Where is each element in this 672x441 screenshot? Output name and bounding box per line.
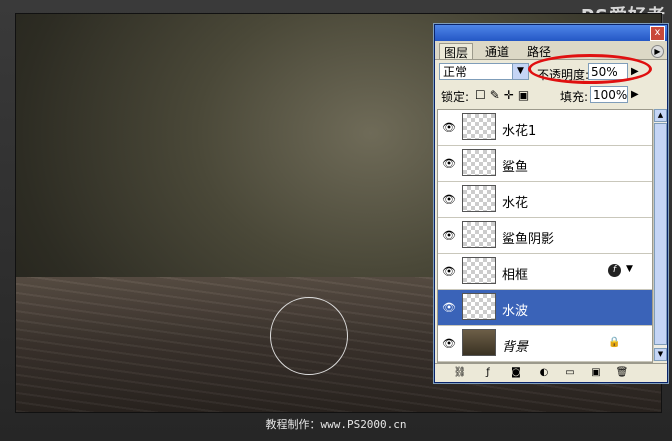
- window-frame: PS爱好者 x 图层 通道 路径 ▶ 正常 ▼ 不透明度: 50% ▶ 锁定: …: [0, 0, 672, 441]
- layer-thumbnail: [462, 185, 496, 212]
- lock-icon: 🔒: [608, 337, 621, 348]
- eye-icon[interactable]: 👁: [442, 265, 456, 278]
- link-icon[interactable]: ⛓: [453, 366, 467, 379]
- tab-paths[interactable]: 路径: [523, 43, 555, 59]
- layer-row[interactable]: 👁 背景 🔒: [438, 326, 652, 362]
- new-layer-icon[interactable]: ▣: [589, 366, 603, 379]
- layer-name: 相框: [502, 268, 529, 283]
- layer-row[interactable]: 👁 鲨鱼: [438, 146, 652, 182]
- fx-icon[interactable]: f: [608, 264, 621, 277]
- layer-row-selected[interactable]: 👁 水波: [438, 290, 652, 326]
- layer-name: 鲨鱼: [502, 160, 529, 175]
- layer-row[interactable]: 👁 水花: [438, 182, 652, 218]
- layer-row[interactable]: 👁 水花1: [438, 110, 652, 146]
- scroll-down-icon[interactable]: ▼: [654, 348, 667, 361]
- eye-icon[interactable]: 👁: [442, 301, 456, 314]
- close-icon[interactable]: x: [650, 26, 665, 41]
- layers-scrollbar[interactable]: ▲ ▼: [653, 109, 667, 361]
- eye-icon[interactable]: 👁: [442, 337, 456, 350]
- layer-row[interactable]: 👁 相框 f ▼: [438, 254, 652, 290]
- lock-label: 锁定:: [441, 90, 470, 104]
- fx-icon[interactable]: ƒ: [481, 366, 495, 379]
- layer-thumbnail: [462, 113, 496, 140]
- group-folder-icon[interactable]: ▭: [563, 366, 577, 379]
- blend-mode-value: 正常: [443, 65, 468, 79]
- lock-options-icons[interactable]: ☐✎✛▣: [475, 88, 533, 102]
- background-thumbnail: [462, 329, 496, 356]
- watermark: 教程制作：www.PS2000.cn: [265, 418, 407, 431]
- eye-icon[interactable]: 👁: [442, 229, 456, 242]
- layer-name: 水花1: [502, 124, 537, 139]
- layer-thumbnail: [462, 149, 496, 176]
- blend-mode-select[interactable]: 正常 ▼: [439, 63, 529, 80]
- panel-menu-icon[interactable]: ▶: [651, 45, 664, 58]
- layer-name: 水波: [502, 304, 529, 319]
- trash-icon[interactable]: 🗑: [615, 366, 629, 379]
- panel-titlebar[interactable]: x: [435, 25, 667, 41]
- layers-list: 👁 水花1 👁 鲨鱼 👁 水花 👁 鲨鱼阴影 👁 相框 f ▼ 👁 水波 👁 背…: [437, 109, 653, 363]
- red-annotation-ellipse: [528, 54, 652, 84]
- chevron-down-icon[interactable]: ▼: [626, 264, 633, 274]
- layer-name: 鲨鱼阴影: [502, 232, 555, 247]
- chevron-down-icon: ▼: [512, 64, 528, 79]
- tab-channels[interactable]: 通道: [481, 43, 513, 59]
- layer-thumbnail: [462, 257, 496, 284]
- eye-icon[interactable]: 👁: [442, 193, 456, 206]
- adjustment-icon[interactable]: ◐: [537, 366, 551, 379]
- mask-icon[interactable]: ◙: [509, 366, 523, 379]
- layer-row[interactable]: 👁 鲨鱼阴影: [438, 218, 652, 254]
- layer-name: 水花: [502, 196, 529, 211]
- tab-layers[interactable]: 图层: [439, 43, 474, 60]
- layer-thumbnail: [462, 293, 496, 320]
- eye-icon[interactable]: 👁: [442, 157, 456, 170]
- fill-label: 填充:: [560, 90, 589, 104]
- scroll-thumb[interactable]: [654, 123, 667, 345]
- panel-footer: ⛓ ƒ ◙ ◐ ▭ ▣ 🗑: [435, 363, 667, 382]
- scroll-up-icon[interactable]: ▲: [654, 109, 667, 122]
- fill-slider-arrow-icon[interactable]: ▶: [631, 89, 639, 100]
- layer-thumbnail: [462, 221, 496, 248]
- eye-icon[interactable]: 👁: [442, 121, 456, 134]
- layer-name: 背景: [502, 340, 529, 355]
- brush-cursor: [270, 297, 348, 375]
- lock-fill-row: 锁定: ☐✎✛▣ 填充: 100% ▶: [435, 85, 667, 105]
- fill-input[interactable]: 100%: [590, 86, 628, 103]
- layers-panel: x 图层 通道 路径 ▶ 正常 ▼ 不透明度: 50% ▶ 锁定: ☐✎✛▣ 填…: [434, 24, 668, 383]
